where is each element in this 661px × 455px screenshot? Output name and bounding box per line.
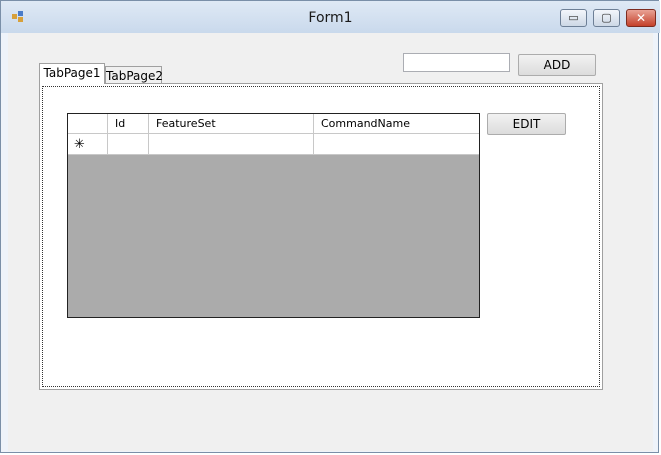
cell-id[interactable]	[108, 134, 149, 155]
form-client-area: ADD TabPage1 TabPage2 Id FeatureSet Comm…	[8, 33, 653, 451]
form-window: Form1 ▭ ▢ ✕ ADD TabPage1 TabPage2 Id Fea…	[0, 0, 660, 453]
minimize-icon: ▭	[568, 11, 579, 24]
add-button[interactable]: ADD	[518, 54, 596, 76]
close-icon: ✕	[635, 11, 647, 25]
tabpage1-panel: Id FeatureSet CommandName ✳ EDIT	[39, 83, 603, 390]
cell-featureset[interactable]	[149, 134, 314, 155]
add-text-input[interactable]	[403, 53, 510, 72]
column-header-id[interactable]: Id	[108, 114, 149, 134]
column-header-featureset[interactable]: FeatureSet	[149, 114, 314, 134]
edit-button[interactable]: EDIT	[487, 113, 566, 135]
tab-tabpage2[interactable]: TabPage2	[105, 66, 163, 84]
close-button[interactable]: ✕	[626, 9, 656, 27]
title-bar[interactable]: Form1 ▭ ▢ ✕	[1, 1, 660, 33]
minimize-button[interactable]: ▭	[560, 9, 587, 27]
data-grid-view[interactable]: Id FeatureSet CommandName ✳	[67, 113, 480, 318]
maximize-icon: ▢	[601, 11, 612, 24]
tab-tabpage1[interactable]: TabPage1	[39, 63, 105, 84]
column-header-commandname[interactable]: CommandName	[314, 114, 479, 134]
row-header-corner[interactable]	[68, 114, 108, 134]
new-row-marker[interactable]: ✳	[68, 134, 108, 155]
maximize-button[interactable]: ▢	[593, 9, 620, 27]
cell-commandname[interactable]	[314, 134, 479, 155]
